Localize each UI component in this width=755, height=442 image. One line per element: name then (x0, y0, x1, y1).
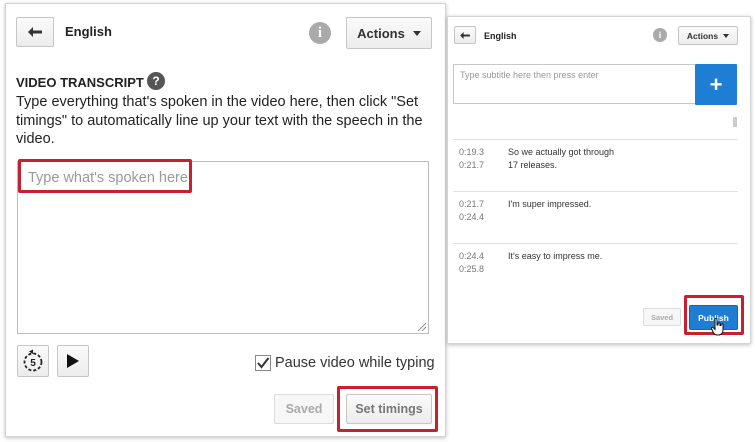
subtitle-input[interactable]: Type subtitle here then press enter (453, 64, 695, 104)
actions-label: Actions (686, 30, 719, 41)
transcript-placeholder: Type what's spoken here (28, 170, 188, 186)
help-icon[interactable]: ? (147, 72, 165, 90)
cue-end-time: 0:21.7 (459, 160, 485, 170)
transcript-panel: English i Actions VIDEO TRANSCRIPT ? Typ… (5, 3, 446, 437)
plus-icon: + (709, 71, 723, 97)
replay-5-seconds-icon: 5 (23, 349, 43, 372)
chevron-down-icon (412, 30, 421, 36)
resize-handle-icon[interactable] (418, 323, 426, 331)
checkmark-icon (257, 357, 270, 369)
cue-text: I'm super impressed. (508, 199, 592, 209)
replay-5-seconds-button[interactable]: 5 (17, 345, 49, 377)
info-icon[interactable]: i (653, 28, 667, 42)
cue-times: 0:24.4 0:25.8 (459, 250, 484, 276)
instructions-text: Type everything that's spoken in the vid… (16, 94, 423, 147)
back-button[interactable] (16, 17, 54, 47)
arrow-left-icon (28, 27, 42, 37)
actions-dropdown-button[interactable]: Actions (346, 17, 432, 49)
cue-item[interactable]: 0:21.7 0:24.4 I'm super impressed. (453, 191, 738, 245)
replay-seconds-label: 5 (30, 358, 36, 369)
cue-start-time: 0:21.7 (459, 199, 485, 209)
actions-dropdown-button[interactable]: Actions (678, 26, 738, 45)
subtitle-editor-panel: English i Actions Type subtitle here the… (447, 16, 751, 344)
cue-end-time: 0:24.4 (459, 212, 485, 222)
subtitle-placeholder: Type subtitle here then press enter (460, 70, 599, 80)
set-timings-button[interactable]: Set timings (346, 394, 432, 424)
transcript-textarea[interactable]: Type what's spoken here (17, 161, 429, 334)
play-icon (67, 354, 79, 368)
pause-video-checkbox[interactable] (255, 355, 271, 371)
section-heading: VIDEO TRANSCRIPT (16, 75, 144, 90)
cue-start-time: 0:19.3 (459, 147, 485, 157)
actions-label: Actions (357, 25, 405, 41)
pause-video-label[interactable]: Pause video while typing (275, 355, 435, 371)
cue-times: 0:19.3 0:21.7 (459, 146, 484, 172)
cue-start-time: 0:24.4 (459, 251, 485, 261)
back-button[interactable] (454, 26, 476, 44)
scrollbar-thumb[interactable] (733, 117, 737, 127)
saved-button: Saved (643, 308, 681, 326)
cue-text: It's easy to impress me. (508, 251, 603, 261)
chevron-down-icon (723, 33, 730, 38)
cue-times: 0:21.7 0:24.4 (459, 198, 484, 224)
cue-text: So we actually got through 17 releases. (508, 147, 615, 170)
cue-end-time: 0:25.8 (459, 264, 485, 274)
saved-button: Saved (274, 394, 334, 424)
language-title: English (484, 31, 517, 41)
play-button[interactable] (57, 345, 89, 377)
info-icon[interactable]: i (309, 22, 331, 44)
hand-cursor-icon (711, 318, 724, 336)
cue-item[interactable]: 0:19.3 0:21.7 So we actually got through… (453, 139, 738, 193)
language-title: English (65, 24, 112, 39)
arrow-left-icon (460, 31, 470, 39)
add-subtitle-button[interactable]: + (695, 64, 737, 105)
cue-item[interactable]: 0:24.4 0:25.8 It's easy to impress me. (453, 243, 738, 297)
